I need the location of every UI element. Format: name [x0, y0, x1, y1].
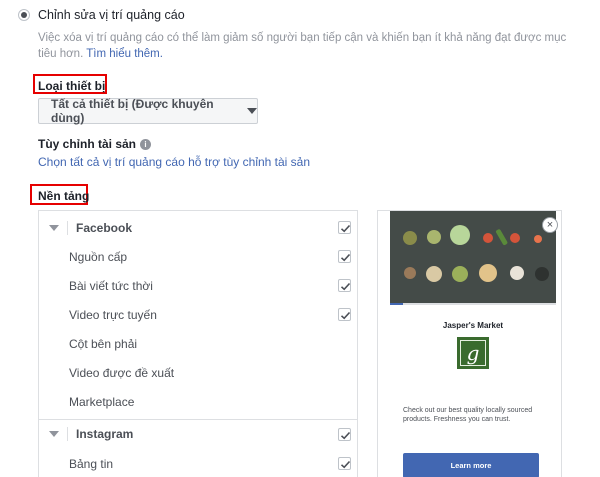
checkmark-icon — [340, 460, 351, 469]
device-type-label: Loại thiết bị — [38, 79, 106, 93]
video-progress-bar — [390, 303, 556, 305]
facebook-checkbox[interactable] — [338, 221, 351, 234]
asset-customization-link[interactable]: Chọn tất cả vị trí quảng cáo hỗ trợ tùy … — [38, 155, 310, 169]
platform-item-feeds[interactable]: Nguồn cấp — [39, 242, 357, 271]
divider — [67, 427, 68, 441]
ad-preview: × Jasper's Market g Check out our best q… — [377, 210, 562, 477]
platform-list: Facebook Nguồn cấp Bài viết tức thời Vid… — [38, 210, 358, 477]
platform-item-instant-articles[interactable]: Bài viết tức thời — [39, 271, 357, 300]
edit-placements-radio[interactable] — [18, 9, 30, 21]
instant-articles-checkbox[interactable] — [338, 279, 351, 292]
platform-item-label: Cột bên phải — [69, 336, 138, 351]
platform-item-marketplace[interactable]: Marketplace — [39, 387, 357, 416]
platform-item-label: Bài viết tức thời — [69, 278, 153, 293]
edit-placements-option[interactable]: Chỉnh sửa vị trí quảng cáo — [18, 8, 185, 22]
store-name: Jasper's Market — [442, 321, 504, 330]
placement-description: Việc xóa vị trí quảng cáo có thể làm giả… — [38, 30, 578, 62]
device-type-value: Tất cả thiết bị (Được khuyên dùng) — [51, 97, 214, 125]
food-photo — [390, 211, 556, 303]
in-stream-video-checkbox[interactable] — [338, 308, 351, 321]
checkmark-icon — [340, 282, 351, 291]
info-icon[interactable]: i — [140, 139, 152, 150]
checkmark-icon — [340, 224, 351, 233]
edit-placements-label: Chỉnh sửa vị trí quảng cáo — [38, 8, 185, 22]
learn-more-link[interactable]: Tìm hiểu thêm. — [86, 48, 163, 60]
platform-item-label: Nguồn cấp — [69, 249, 128, 264]
store-logo: g — [457, 337, 489, 369]
radio-selected-dot — [21, 12, 27, 18]
collapse-caret-icon[interactable] — [49, 224, 59, 231]
learn-more-button[interactable]: Learn more — [403, 453, 539, 477]
platform-group-facebook[interactable]: Facebook — [39, 213, 357, 242]
checkmark-icon — [340, 253, 351, 262]
asset-customization-text: Tùy chỉnh tài sản — [38, 137, 137, 151]
platform-item-right-column[interactable]: Cột bên phải — [39, 329, 357, 358]
chevron-down-icon — [247, 108, 257, 114]
instagram-checkbox[interactable] — [338, 428, 351, 441]
platforms-label: Nền tảng — [38, 189, 90, 203]
checkmark-icon — [340, 431, 351, 440]
platform-item-label: Video trực tuyến — [69, 307, 157, 322]
collapse-caret-icon[interactable] — [49, 431, 59, 437]
platform-item-label: Marketplace — [69, 394, 135, 409]
platform-name-facebook: Facebook — [76, 220, 133, 235]
instagram-feed-checkbox[interactable] — [338, 457, 351, 470]
video-progress-fill — [390, 303, 404, 305]
feeds-checkbox[interactable] — [338, 250, 351, 263]
platform-group-instagram[interactable]: Instagram — [39, 419, 357, 448]
logo-letter: g — [460, 340, 486, 366]
platform-item-label: Bảng tin — [69, 456, 114, 471]
platform-item-label: Video được đề xuất — [69, 365, 175, 380]
close-icon[interactable]: × — [542, 217, 558, 233]
platform-item-instagram-feed[interactable]: Bảng tin — [39, 449, 357, 477]
platform-item-suggested-video[interactable]: Video được đề xuất — [39, 358, 357, 387]
device-type-dropdown[interactable]: Tất cả thiết bị (Được khuyên dùng) — [38, 97, 258, 125]
platform-name-instagram: Instagram — [76, 427, 134, 441]
divider — [67, 220, 68, 235]
ad-body-text: Check out our best quality locally sourc… — [403, 407, 533, 423]
food-illustration — [390, 211, 556, 303]
asset-customization-label: Tùy chỉnh tài sản i — [38, 137, 152, 151]
platform-item-in-stream-video[interactable]: Video trực tuyến — [39, 300, 357, 329]
checkmark-icon — [340, 311, 351, 320]
